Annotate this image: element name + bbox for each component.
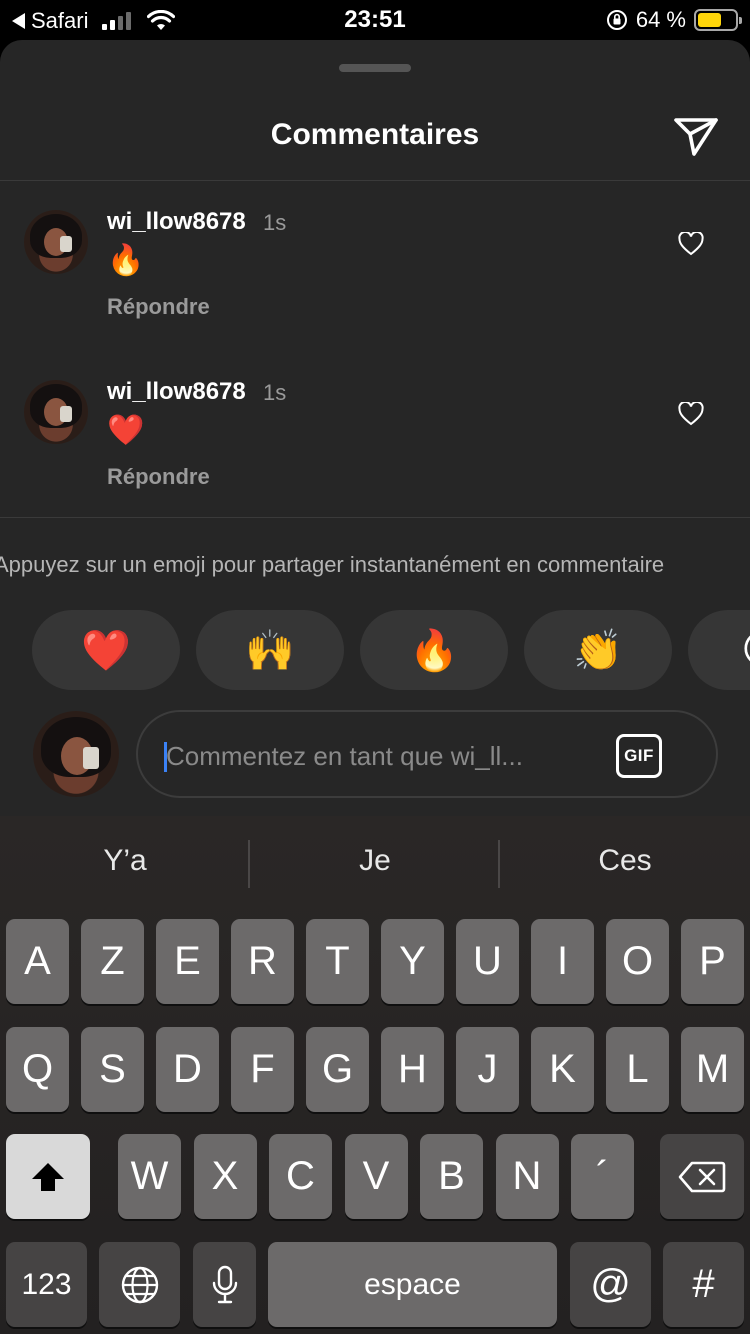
key-g[interactable]: G	[306, 1027, 369, 1112]
quick-reaction-hint: Appuyez sur un emoji pour partager insta…	[0, 552, 665, 577]
battery-icon	[694, 9, 742, 31]
key-m[interactable]: M	[681, 1027, 744, 1112]
key-j[interactable]: J	[456, 1027, 519, 1112]
avatar[interactable]	[24, 380, 88, 444]
quick-reaction-fire[interactable]: 🔥	[360, 610, 508, 690]
space-key[interactable]: espace	[268, 1242, 557, 1327]
suggestion-3[interactable]: Ces	[500, 844, 750, 878]
shift-key[interactable]	[6, 1134, 90, 1219]
comment-time: 1s	[263, 380, 287, 405]
hash-key[interactable]: #	[663, 1242, 744, 1327]
keyboard: Y’a Je Ces 123 espace @ # AZERTYUIOP QSDF…	[0, 816, 750, 1334]
quick-reaction-raised-hands[interactable]: 🙌	[196, 610, 344, 690]
predictive-bar: Y’a Je Ces	[0, 816, 750, 912]
at-key[interactable]: @	[570, 1242, 651, 1327]
comment-text: 🔥	[107, 244, 145, 277]
suggestion-2[interactable]: Je	[250, 844, 500, 878]
send-icon[interactable]	[672, 112, 720, 160]
globe-icon	[121, 1266, 158, 1303]
reply-button[interactable]: Répondre	[107, 464, 210, 490]
key-l[interactable]: L	[606, 1027, 669, 1112]
current-user-avatar	[33, 711, 119, 797]
backspace-key[interactable]	[660, 1134, 744, 1219]
key-r[interactable]: R	[231, 919, 294, 1004]
key-u[interactable]: U	[456, 919, 519, 1004]
key-k[interactable]: K	[531, 1027, 594, 1112]
key-b[interactable]: B	[420, 1134, 483, 1219]
key-h[interactable]: H	[381, 1027, 444, 1112]
key-f[interactable]: F	[231, 1027, 294, 1112]
key-z[interactable]: Z	[81, 919, 144, 1004]
sheet-title: Commentaires	[270, 118, 480, 151]
battery-level	[698, 13, 722, 27]
heart-outline-icon[interactable]	[678, 232, 704, 256]
status-bar: Safari 23:51 64 %	[0, 0, 750, 40]
key-c[interactable]: C	[269, 1134, 332, 1219]
quick-reaction-bar: ❤️ 🙌 🔥 👏 😢	[32, 610, 750, 690]
microphone-icon	[212, 1265, 237, 1303]
comment-username[interactable]: wi_llow8678	[107, 208, 246, 236]
key-e[interactable]: E	[156, 919, 219, 1004]
battery-percent: 64 %	[635, 7, 686, 32]
key-p[interactable]: P	[681, 919, 744, 1004]
orientation-lock-icon	[606, 10, 627, 30]
key-o[interactable]: O	[606, 919, 669, 1004]
comment-input[interactable]: Commentez en tant que wi_ll... GIF	[136, 710, 718, 798]
gif-button[interactable]: GIF	[616, 734, 662, 778]
shift-arrow-icon	[32, 1162, 64, 1191]
avatar[interactable]	[24, 210, 88, 274]
status-right: 64 %	[606, 7, 742, 33]
key-d[interactable]: D	[156, 1027, 219, 1112]
comment-item: wi_llow8678 1s 🔥 Répondre	[0, 180, 750, 330]
key-s[interactable]: S	[81, 1027, 144, 1112]
key-n[interactable]: N	[495, 1134, 559, 1219]
composer-divider	[0, 517, 750, 518]
key-x[interactable]: X	[193, 1134, 257, 1219]
comment-item: wi_llow8678 1s ❤️ Répondre	[0, 350, 750, 500]
backspace-icon	[678, 1161, 726, 1192]
key-q[interactable]: Q	[6, 1027, 69, 1112]
comment-input-placeholder: Commentez en tant que wi_ll...	[166, 741, 523, 771]
suggestion-1[interactable]: Y’a	[0, 844, 250, 878]
comments-sheet: Commentaires wi_llow8678 1s 🔥 Répondre w…	[0, 40, 750, 816]
reply-button[interactable]: Répondre	[107, 294, 210, 320]
globe-key[interactable]	[99, 1242, 180, 1327]
key-y[interactable]: Y	[381, 919, 444, 1004]
key-t[interactable]: T	[306, 919, 369, 1004]
key-i[interactable]: I	[531, 919, 594, 1004]
screen: Safari 23:51 64 % Commentaires wi_llow86…	[0, 0, 750, 1334]
comment-username[interactable]: wi_llow8678	[107, 378, 246, 406]
key-a[interactable]: A	[6, 919, 69, 1004]
quick-reaction-clap[interactable]: 👏	[524, 610, 672, 690]
sheet-grabber[interactable]	[339, 64, 411, 72]
key-acute-accent[interactable]: ´	[571, 1134, 634, 1219]
comment-time: 1s	[263, 210, 287, 235]
quick-reaction-cry[interactable]: 😢	[688, 610, 750, 690]
comment-text: ❤️	[107, 414, 145, 447]
key-v[interactable]: V	[344, 1134, 408, 1219]
dictation-key[interactable]	[193, 1242, 256, 1327]
numbers-key[interactable]: 123	[6, 1242, 87, 1327]
heart-outline-icon[interactable]	[678, 402, 704, 426]
quick-reaction-heart[interactable]: ❤️	[32, 610, 180, 690]
key-w[interactable]: W	[118, 1134, 181, 1219]
